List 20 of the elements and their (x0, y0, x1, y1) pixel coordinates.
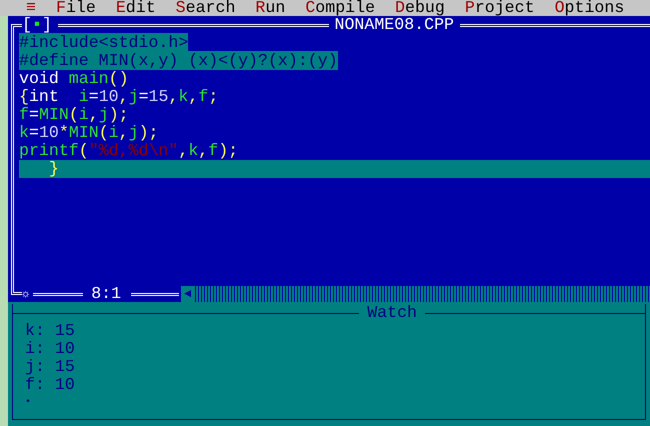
watch-marker: • (25, 396, 32, 410)
system-menu-icon[interactable]: ≡ (26, 0, 36, 16)
menu-item[interactable]: Edit (116, 0, 156, 16)
menu-item[interactable]: Compile (305, 0, 376, 16)
menu-item[interactable]: Run (255, 0, 286, 16)
code-line: void main() (19, 70, 130, 88)
code-line: printf("%d,%d\n",k,f); (19, 142, 240, 160)
menu-item[interactable]: File (56, 0, 96, 16)
menu-item[interactable]: Options (554, 0, 624, 16)
menu-item[interactable]: Project (464, 0, 535, 16)
code-line: f=MIN(i,j); (19, 106, 130, 124)
menu-item[interactable]: Debug (395, 0, 445, 16)
cursor-position: 8:1 (91, 286, 122, 302)
code-line: k=10*MIN(i,j); (19, 124, 160, 142)
close-button[interactable]: [▪] (22, 16, 52, 34)
menu-item[interactable]: Search (176, 0, 236, 16)
sun-icon: ☼ (22, 286, 30, 302)
code-line: {int i=10,j=15,k,f; (19, 88, 220, 106)
window-title: NONAME08.CPP (334, 16, 454, 34)
window-title: Watch (367, 304, 417, 322)
